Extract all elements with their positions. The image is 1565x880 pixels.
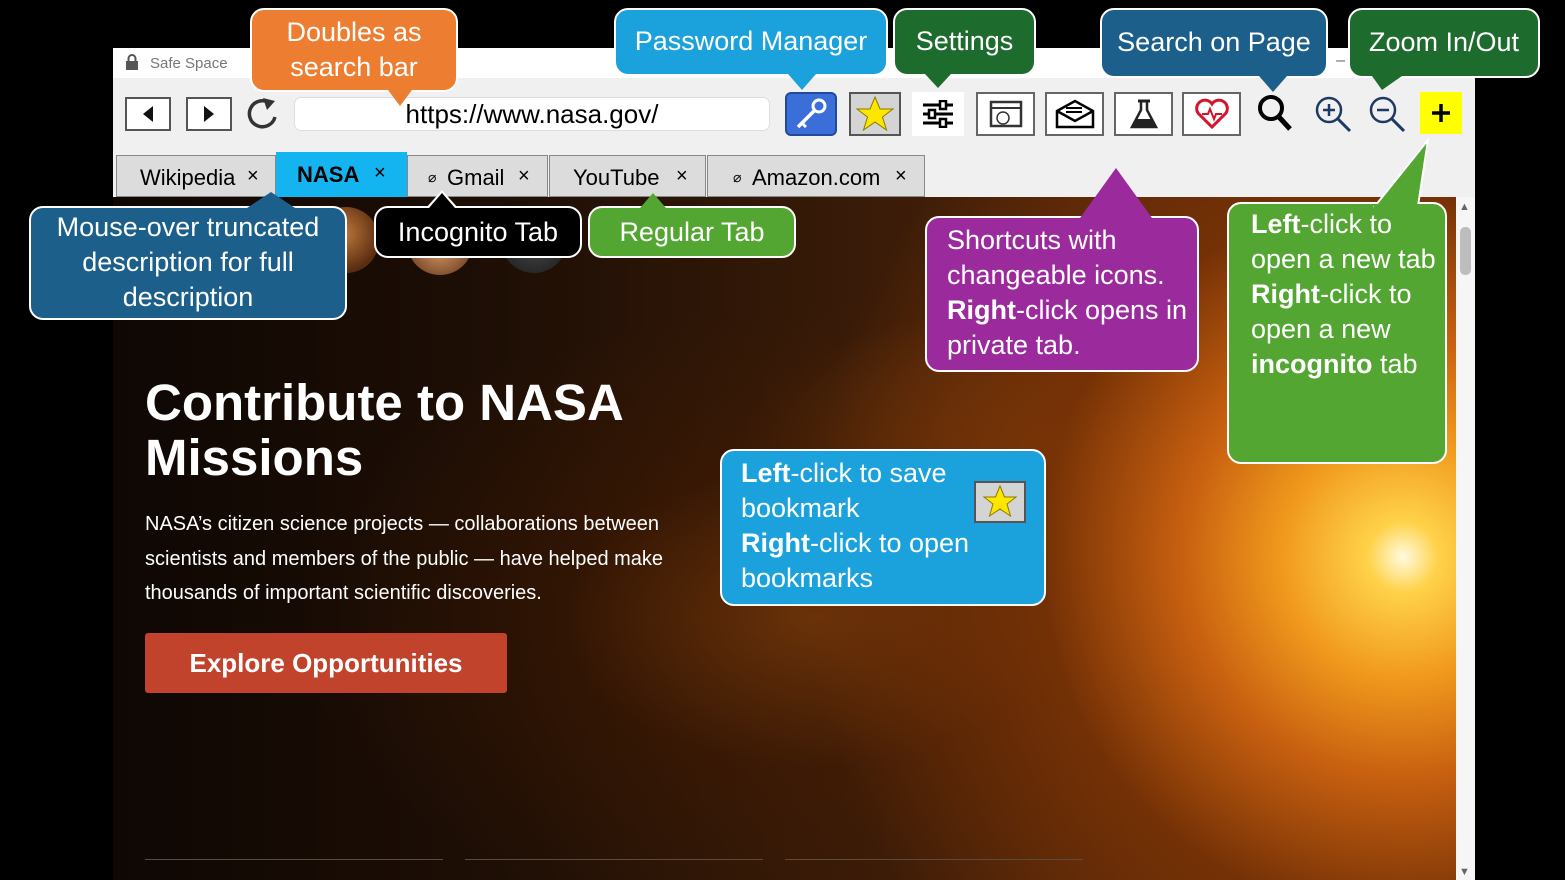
- callout-bold-text: incognito: [1251, 349, 1373, 379]
- tab-strip: Wikipedia × NASA × ⌀ Gmail × YouTube × ⌀…: [113, 152, 1475, 197]
- divider: [785, 859, 1083, 860]
- callout-pointer: [788, 74, 816, 90]
- triangle-left-icon: [143, 106, 153, 122]
- tab-amazon[interactable]: ⌀ Amazon.com ×: [707, 155, 925, 197]
- plus-icon: [1432, 104, 1450, 122]
- zoom-out-icon[interactable]: [1367, 94, 1407, 134]
- key-icon: [796, 98, 827, 129]
- callout-zoom: Zoom In/Out: [1348, 8, 1540, 78]
- star-icon: [855, 95, 895, 132]
- tab-wikipedia[interactable]: Wikipedia ×: [116, 155, 276, 197]
- callout-pointer: [1259, 76, 1287, 92]
- callout-mouse-over: Mouse-over truncated description for ful…: [29, 206, 347, 320]
- callout-search-bar: Doubles as search bar: [250, 8, 458, 92]
- callout-bold-text: Right: [947, 295, 1016, 325]
- scroll-down-arrow-icon[interactable]: ▼: [1459, 866, 1470, 878]
- browser-window-icon: [989, 100, 1022, 128]
- search-icon[interactable]: [1256, 93, 1294, 133]
- hero-title: Contribute to NASA Missions: [145, 374, 622, 486]
- callout-pointer: [247, 192, 295, 208]
- vertical-scrollbar[interactable]: ▲ ▼: [1456, 197, 1475, 880]
- tab-close-button[interactable]: ×: [247, 165, 259, 188]
- shortcut-button-4[interactable]: [1182, 92, 1241, 136]
- explore-opportunities-button[interactable]: Explore Opportunities: [145, 633, 507, 693]
- callout-pointer: [925, 74, 951, 88]
- tab-close-button[interactable]: ×: [895, 165, 907, 188]
- callout-text: tab: [1380, 349, 1418, 379]
- zoom-in-icon[interactable]: [1313, 94, 1353, 134]
- callout-new-tab: Left-click to open a new tab Right-click…: [1227, 202, 1447, 464]
- tab-youtube[interactable]: YouTube ×: [549, 155, 706, 197]
- tab-label: Amazon.com: [752, 165, 881, 190]
- scroll-up-arrow-icon[interactable]: ▲: [1459, 201, 1470, 213]
- tab-label: YouTube: [573, 165, 660, 190]
- callout-pointer: [1372, 76, 1402, 90]
- callout-incognito-tab: Incognito Tab: [374, 206, 582, 258]
- callout-pointer: [1080, 168, 1152, 218]
- star-icon: [982, 484, 1018, 518]
- address-bar[interactable]: https://www.nasa.gov/: [294, 97, 770, 131]
- callout-regular-tab: Regular Tab: [588, 206, 796, 258]
- tab-label: Wikipedia: [140, 165, 236, 190]
- callout-password-manager: Password Manager: [614, 8, 888, 76]
- tab-label: NASA: [297, 162, 360, 187]
- callout-bold-text: Right: [741, 528, 810, 558]
- callout-bold-text: Left: [1251, 209, 1301, 239]
- password-manager-button[interactable]: [785, 92, 837, 136]
- incognito-icon: ⌀: [733, 169, 742, 185]
- callout-bold-text: Left: [741, 458, 791, 488]
- shortcut-button-3[interactable]: [1114, 92, 1173, 136]
- tab-close-button[interactable]: ×: [374, 162, 386, 185]
- shortcut-button-1[interactable]: [976, 92, 1035, 136]
- tab-nasa[interactable]: NASA ×: [276, 152, 407, 197]
- settings-button[interactable]: [912, 92, 964, 136]
- divider: [145, 859, 443, 860]
- hero-description: NASA’s citizen science projects — collab…: [145, 513, 664, 604]
- bookmark-button[interactable]: [849, 92, 901, 136]
- bookmark-star-example: [974, 481, 1026, 523]
- new-tab-button[interactable]: [1420, 92, 1462, 134]
- incognito-icon: ⌀: [428, 169, 437, 185]
- tab-label: Gmail: [447, 165, 505, 190]
- divider: [465, 859, 763, 860]
- callout-settings: Settings: [893, 8, 1036, 76]
- back-button[interactable]: [125, 97, 171, 131]
- triangle-right-icon: [204, 106, 214, 122]
- callout-search-on-page: Search on Page: [1100, 8, 1328, 78]
- toolbar: https://www.nasa.gov/: [113, 85, 1475, 145]
- callout-pointer: [388, 90, 412, 106]
- callout-text: Shortcuts with changeable icons.: [947, 225, 1165, 290]
- callout-pointer: [640, 193, 666, 208]
- callout-pointer: [1372, 138, 1430, 208]
- sliders-icon: [923, 100, 953, 128]
- scrollbar-thumb[interactable]: [1460, 227, 1471, 275]
- shortcut-button-2[interactable]: [1045, 92, 1104, 136]
- tab-close-button[interactable]: ×: [518, 165, 530, 188]
- callout-shortcuts: Shortcuts with changeable icons. Right-c…: [925, 216, 1199, 372]
- flask-icon: [1129, 99, 1158, 129]
- callout-bookmark: Left-click to save bookmark Right-click …: [720, 449, 1046, 606]
- tab-close-button[interactable]: ×: [676, 165, 688, 188]
- forward-button[interactable]: [186, 97, 232, 131]
- callout-bold-text: Right: [1251, 279, 1320, 309]
- window-title: Safe Space: [150, 55, 228, 72]
- envelope-icon: [1055, 99, 1094, 129]
- heart-icon: [1194, 98, 1229, 130]
- lock-icon: [126, 54, 138, 70]
- callout-pointer: [429, 193, 455, 208]
- reload-icon[interactable]: [245, 95, 281, 133]
- minimize-button[interactable]: –: [1336, 52, 1345, 70]
